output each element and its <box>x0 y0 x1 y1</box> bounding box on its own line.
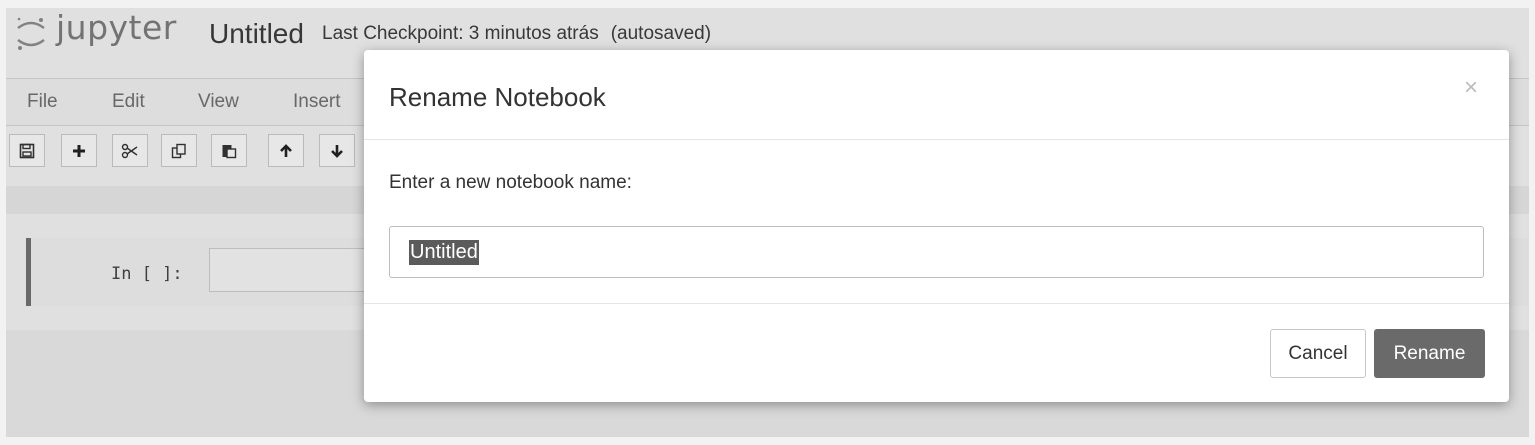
rename-notebook-dialog: Rename Notebook × Enter a new notebook n… <box>364 50 1509 402</box>
rename-button[interactable]: Rename <box>1374 329 1485 378</box>
cancel-button[interactable]: Cancel <box>1270 329 1366 378</box>
dialog-body: Enter a new notebook name: Untitled <box>364 140 1509 303</box>
selected-input-text: Untitled <box>409 240 479 265</box>
dialog-title: Rename Notebook <box>389 82 606 112</box>
close-icon[interactable]: × <box>1464 74 1478 102</box>
dialog-footer: Cancel Rename <box>364 303 1509 403</box>
notebook-name-label: Enter a new notebook name: <box>389 172 632 193</box>
notebook-name-input[interactable]: Untitled <box>389 226 1484 278</box>
dialog-header: Rename Notebook × <box>364 50 1509 140</box>
